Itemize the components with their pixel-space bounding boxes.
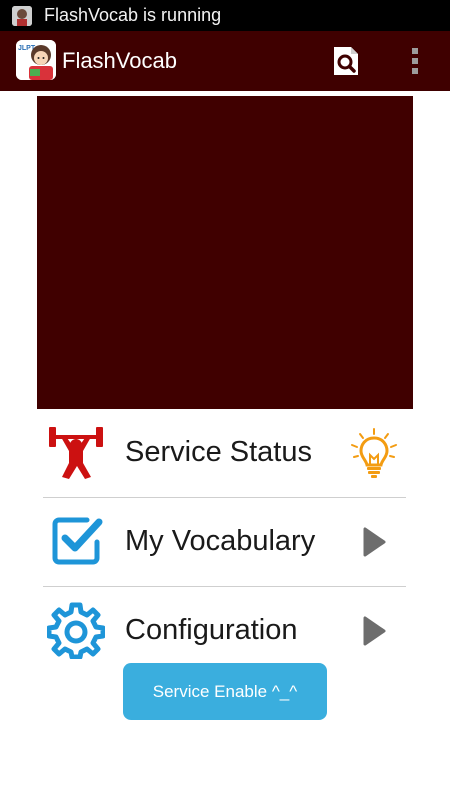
configuration-label: Configuration (125, 614, 298, 646)
play-arrow-icon (348, 516, 400, 568)
action-bar: JLPT FlashVocab (0, 31, 450, 91)
app-title: FlashVocab (62, 48, 177, 73)
search-document-icon[interactable] (326, 41, 366, 81)
app-notification-icon (12, 5, 32, 26)
menu-item-my-vocabulary[interactable]: My Vocabulary (43, 498, 406, 587)
play-arrow-icon (348, 605, 400, 657)
notification-text: FlashVocab is running (44, 5, 222, 25)
menu-item-service-status[interactable]: Service Status (43, 409, 406, 498)
weightlifter-icon (47, 423, 105, 481)
my-vocabulary-label: My Vocabulary (125, 525, 316, 557)
service-enable-button[interactable]: Service Enable ^_^ (123, 663, 327, 720)
banner-area (37, 96, 413, 409)
status-bar: FlashVocab is running (0, 0, 450, 31)
lightbulb-icon (348, 427, 400, 479)
overflow-menu-icon[interactable] (400, 41, 430, 81)
checkbox-icon (47, 512, 105, 570)
girl-avatar-logo[interactable]: JLPT (16, 40, 56, 80)
gear-icon (46, 601, 106, 660)
service-status-label: Service Status (125, 436, 312, 468)
